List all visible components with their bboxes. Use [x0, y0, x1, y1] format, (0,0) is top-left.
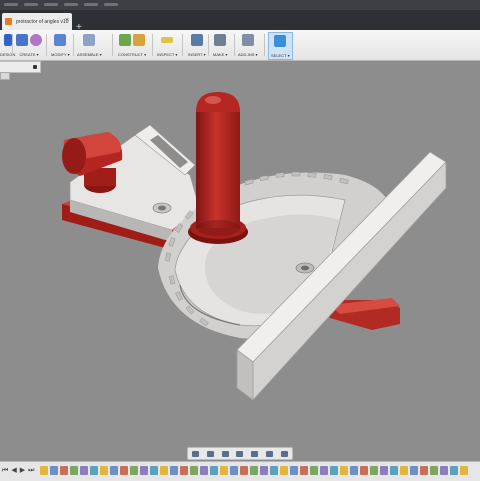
timeline-feature-icon[interactable] — [420, 466, 428, 475]
timeline-feature-icon[interactable] — [210, 466, 218, 475]
timeline-feature-icon[interactable] — [350, 466, 358, 475]
timeline-feature-icon[interactable] — [430, 466, 438, 475]
timeline-feature-icon[interactable] — [340, 466, 348, 475]
timeline-feature-icon[interactable] — [160, 466, 168, 475]
timeline-feature-icon[interactable] — [220, 466, 228, 475]
timeline-features[interactable] — [40, 466, 468, 475]
timeline-feature-icon[interactable] — [450, 466, 458, 475]
timeline-feature-icon[interactable] — [80, 466, 88, 475]
timeline-feature-icon[interactable] — [190, 466, 198, 475]
viewports-icon[interactable] — [280, 450, 288, 457]
timeline-feature-icon[interactable] — [460, 466, 468, 475]
timeline-feature-icon[interactable] — [150, 466, 158, 475]
timeline-feature-icon[interactable] — [330, 466, 338, 475]
timeline-feature-icon[interactable] — [400, 466, 408, 475]
timeline-feature-icon[interactable] — [320, 466, 328, 475]
timeline-feature-icon[interactable] — [440, 466, 448, 475]
timeline-feature-icon[interactable] — [280, 466, 288, 475]
timeline-feature-icon[interactable] — [260, 466, 268, 475]
timeline-feature-icon[interactable] — [390, 466, 398, 475]
timeline-feature-icon[interactable] — [170, 466, 178, 475]
timeline-end-button[interactable]: ⏭ — [28, 467, 34, 475]
timeline-feature-icon[interactable] — [300, 466, 308, 475]
display-settings-icon[interactable] — [251, 450, 259, 457]
pan-icon[interactable] — [206, 450, 214, 457]
timeline-feature-icon[interactable] — [60, 466, 68, 475]
orbit-icon[interactable] — [191, 450, 199, 457]
timeline-feature-icon[interactable] — [290, 466, 298, 475]
timeline-feature-icon[interactable] — [240, 466, 248, 475]
red-handle — [188, 92, 248, 244]
timeline: ⏮ ◀ ▶ ⏭ — [0, 461, 480, 481]
grid-settings-icon[interactable] — [266, 450, 274, 457]
timeline-feature-icon[interactable] — [100, 466, 108, 475]
model-viewport[interactable] — [0, 0, 480, 480]
timeline-feature-icon[interactable] — [130, 466, 138, 475]
timeline-feature-icon[interactable] — [250, 466, 258, 475]
timeline-feature-icon[interactable] — [180, 466, 188, 475]
timeline-feature-icon[interactable] — [40, 466, 48, 475]
timeline-feature-icon[interactable] — [370, 466, 378, 475]
timeline-play-button[interactable]: ▶ — [20, 467, 25, 475]
timeline-feature-icon[interactable] — [380, 466, 388, 475]
zoom-icon[interactable] — [221, 450, 229, 457]
timeline-feature-icon[interactable] — [50, 466, 58, 475]
timeline-controls: ⏮ ◀ ▶ ⏭ — [2, 467, 34, 475]
timeline-start-button[interactable]: ⏮ — [2, 467, 8, 475]
timeline-feature-icon[interactable] — [360, 466, 368, 475]
fit-icon[interactable] — [236, 450, 244, 457]
timeline-feature-icon[interactable] — [90, 466, 98, 475]
timeline-feature-icon[interactable] — [110, 466, 118, 475]
navigation-bar — [187, 447, 293, 460]
timeline-back-button[interactable]: ◀ — [11, 467, 16, 475]
timeline-feature-icon[interactable] — [270, 466, 278, 475]
timeline-feature-icon[interactable] — [70, 466, 78, 475]
timeline-feature-icon[interactable] — [200, 466, 208, 475]
timeline-feature-icon[interactable] — [140, 466, 148, 475]
timeline-feature-icon[interactable] — [230, 466, 238, 475]
timeline-feature-icon[interactable] — [310, 466, 318, 475]
timeline-feature-icon[interactable] — [120, 466, 128, 475]
timeline-feature-icon[interactable] — [410, 466, 418, 475]
